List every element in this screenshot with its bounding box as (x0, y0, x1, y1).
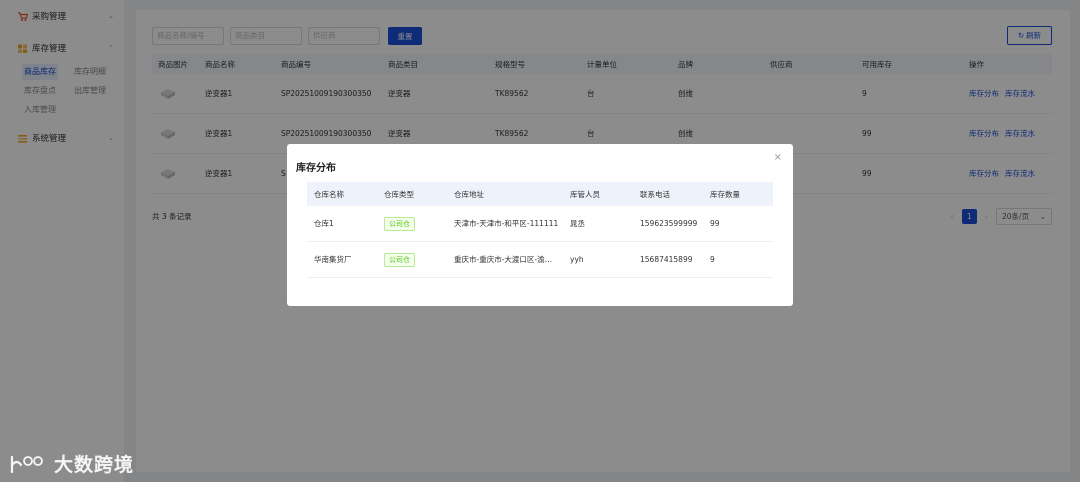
stock-distribution-modal: 库存分布 × 仓库名称 仓库类型 仓库地址 库管人员 联系电话 库存数量 仓库1… (287, 144, 793, 306)
cell-warehouse-type: 公司仓 (377, 216, 447, 231)
col-header: 库存数量 (710, 189, 740, 199)
table-header: 仓库名称 仓库类型 仓库地址 库管人员 联系电话 库存数量 (307, 182, 773, 206)
cell-address: 天津市-天津市-和平区-111111 (454, 219, 559, 228)
col-header: 仓库地址 (454, 189, 484, 199)
cell-warehouse-name: 华南集货厂 (314, 255, 352, 264)
cell-address: 重庆市-重庆市-大渡口区-渝… (454, 255, 553, 264)
watermark: 大数跨境 (8, 450, 134, 477)
table-row: 华南集货厂 公司仓 重庆市-重庆市-大渡口区-渝… yyh 1568741589… (307, 242, 773, 278)
close-icon[interactable]: × (774, 153, 782, 163)
cell-keeper: yyh (570, 255, 584, 264)
table-row: 仓库1 公司仓 天津市-天津市-和平区-111111 晁丞 1596235999… (307, 206, 773, 242)
col-header: 联系电话 (640, 189, 670, 199)
watermark-text: 大数跨境 (54, 454, 135, 476)
cell-phone: 159623599999 (640, 219, 698, 228)
warehouse-type-tag: 公司仓 (384, 252, 415, 267)
col-header: 仓库类型 (384, 189, 414, 199)
cell-qty: 99 (710, 219, 720, 228)
warehouse-type-tag: 公司仓 (384, 216, 415, 231)
modal-title: 库存分布 (296, 163, 336, 174)
cell-qty: 9 (710, 255, 715, 264)
col-header: 库管人员 (570, 189, 600, 199)
cell-phone: 15687415899 (640, 255, 693, 264)
warehouse-table: 仓库名称 仓库类型 仓库地址 库管人员 联系电话 库存数量 仓库1 公司仓 天津… (307, 182, 773, 278)
col-header: 仓库名称 (314, 189, 344, 199)
cell-warehouse-type: 公司仓 (377, 252, 447, 267)
cell-warehouse-name: 仓库1 (314, 219, 334, 228)
cell-keeper: 晁丞 (570, 219, 585, 228)
watermark-logo-icon (10, 455, 43, 473)
